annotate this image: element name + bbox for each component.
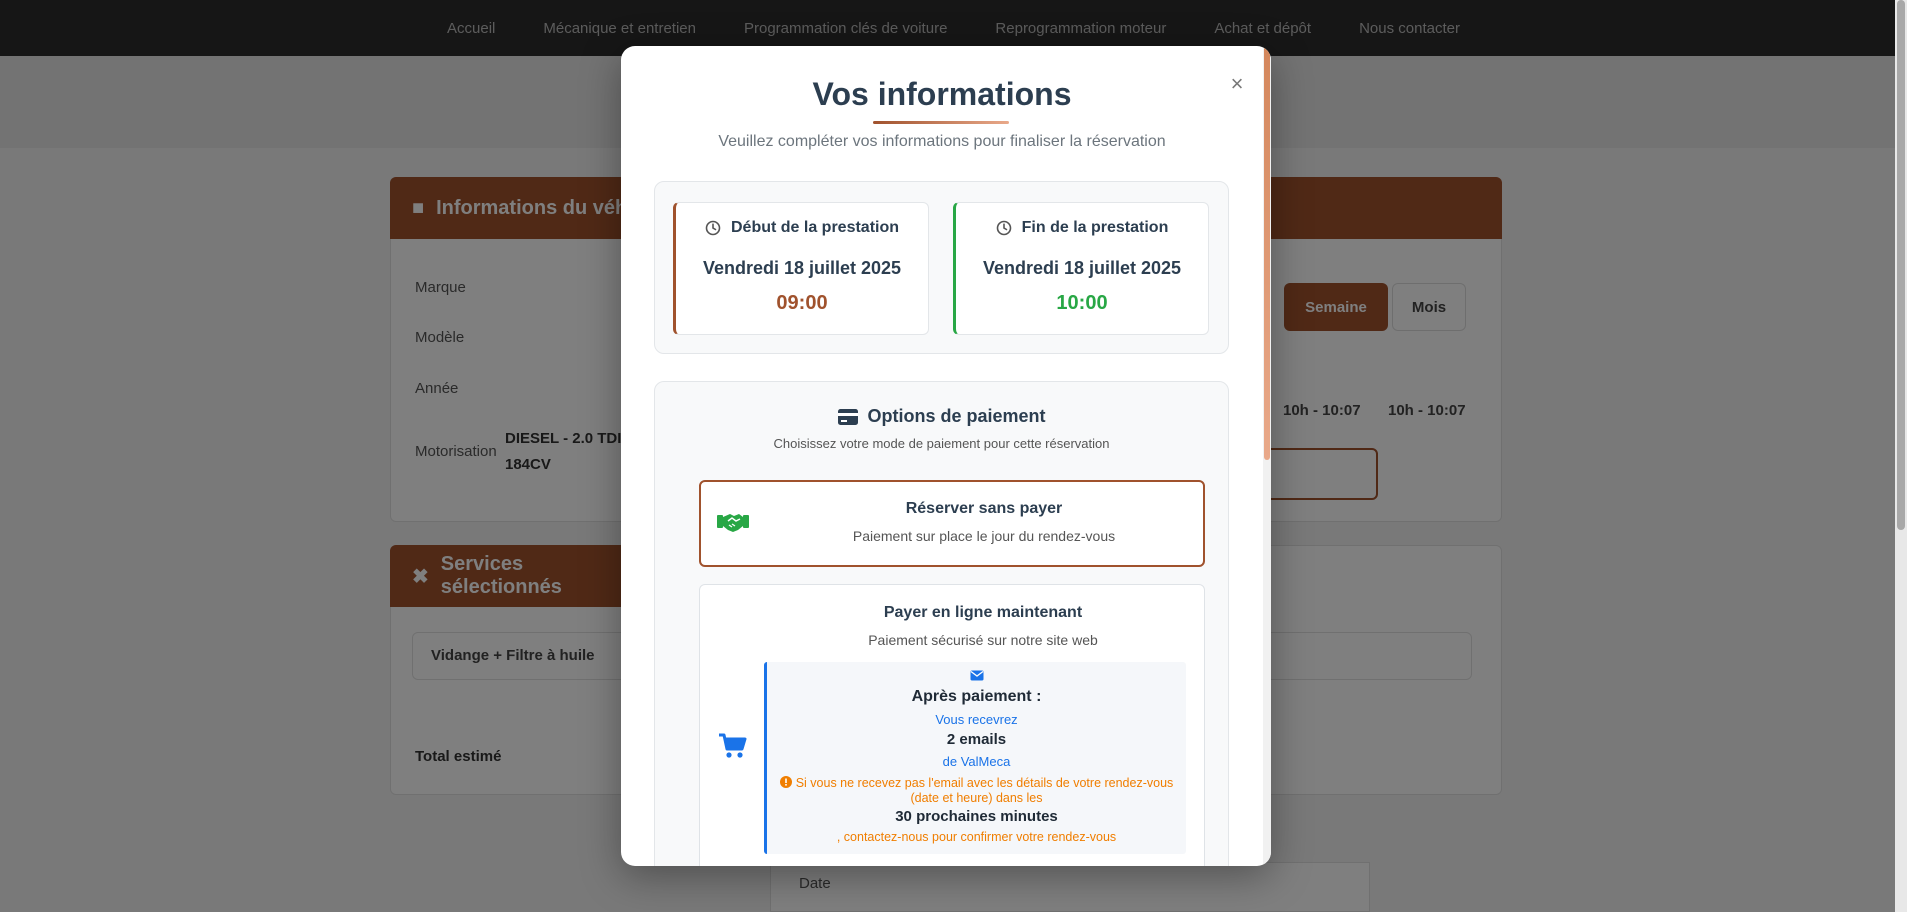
payment-options: Options de paiement Choisissez votre mod… [654,381,1229,866]
credit-card-icon [838,408,859,425]
delay-minutes: 30 prochaines minutes [895,808,1058,825]
after-payment-info: Après paiement : Vous recevrez 2 emails … [764,662,1186,854]
payment-subtitle: Choisissez votre mode de paiement pour c… [773,436,1110,451]
start-label: Début de la prestation [730,219,900,236]
title-underline [873,121,1009,124]
reservation-modal: × Vos informations Veuillez compléter vo… [621,46,1271,866]
clock-icon [705,220,721,236]
sender-text: de ValMeca [942,754,1011,769]
end-time: 10:00 [1056,292,1108,314]
end-date: Vendredi 18 juillet 2025 [982,258,1182,278]
start-time: 09:00 [776,292,828,314]
handshake-icon [717,514,749,532]
pay-later-description: Paiement sur place le jour du rendez-vou… [852,528,1116,544]
modal-subtitle: Veuillez compléter vos informations pour… [718,133,1166,150]
email-count: 2 emails [946,731,1007,748]
warning-message: Si vous ne recevez pas l'email avec les … [795,776,1174,805]
payment-title: Options de paiement [867,406,1046,426]
modal-scrollbar[interactable] [1263,46,1271,866]
clock-icon [996,220,1011,236]
page-scrollbar[interactable] [1895,0,1907,912]
pay-later-option[interactable]: Réserver sans payer Paiement sur place l… [699,480,1205,567]
modal-scrollbar-thumb[interactable] [1264,46,1270,460]
envelope-icon [970,670,983,681]
receive-text: Vous recevrez [935,712,1018,727]
warning-icon [779,776,792,788]
after-payment-title: Après paiement : [911,688,1042,705]
shopping-cart-icon [719,733,747,758]
start-date: Vendredi 18 juillet 2025 [702,258,902,278]
pay-online-description: Paiement sécurisé sur notre site web [868,632,1098,648]
contact-text: , contactez-nous pour confirmer votre re… [836,830,1117,844]
dates-summary: Début de la prestation Vendredi 18 juill… [654,181,1229,354]
modal-title: Vos informations [812,76,1072,112]
end-date-card: Fin de la prestation Vendredi 18 juillet… [953,202,1209,335]
pay-online-title: Payer en ligne maintenant [883,604,1083,621]
start-date-card: Début de la prestation Vendredi 18 juill… [673,202,929,335]
warning-text: Si vous ne recevez pas l'email avec les … [767,776,1186,806]
pay-later-title: Réserver sans payer [905,500,1063,517]
page-scrollbar-thumb[interactable] [1897,0,1905,530]
pay-online-option[interactable]: Payer en ligne maintenant Paiement sécur… [699,584,1205,866]
end-label: Fin de la prestation [1021,219,1169,236]
